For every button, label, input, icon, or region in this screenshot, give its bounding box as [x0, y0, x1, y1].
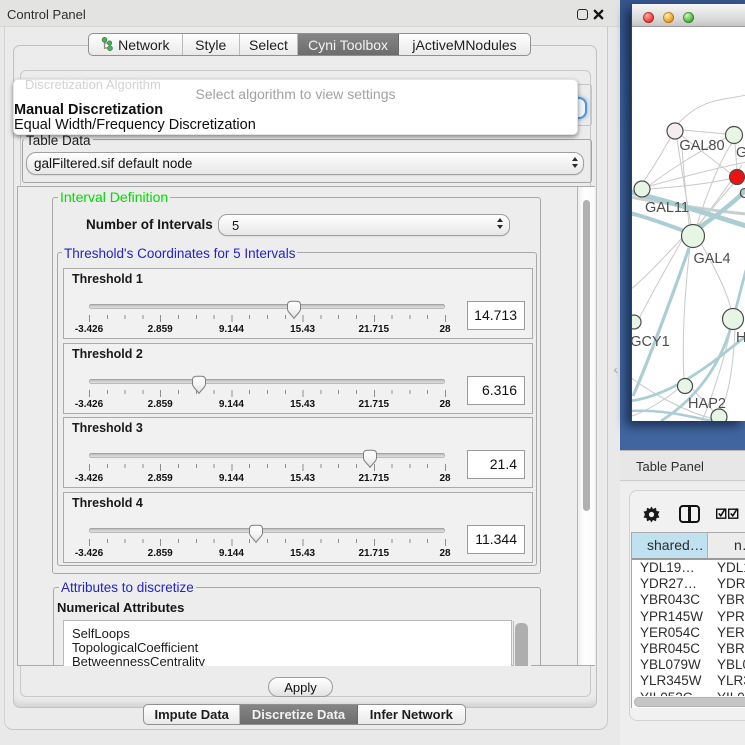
svg-text:GAL4: GAL4	[693, 251, 730, 267]
svg-text:GA: GA	[736, 145, 745, 161]
svg-text:H: H	[736, 330, 745, 346]
svg-text:GAL11: GAL11	[645, 200, 689, 216]
svg-text:C: C	[739, 186, 745, 202]
svg-text:GCY1: GCY1	[632, 334, 670, 350]
svg-text:GAL80: GAL80	[679, 138, 724, 154]
svg-text:HAP2: HAP2	[688, 396, 726, 412]
